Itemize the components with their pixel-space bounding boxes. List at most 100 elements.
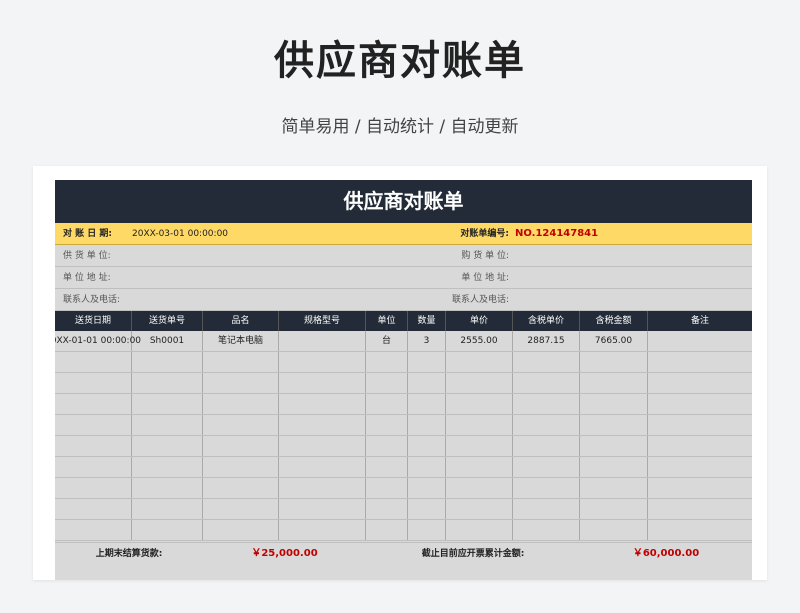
cell-tax-price[interactable] <box>513 415 580 435</box>
cell-qty[interactable] <box>408 499 446 519</box>
cell-delivery-no[interactable] <box>132 457 203 477</box>
cell-price[interactable] <box>446 478 513 498</box>
cell-unit[interactable] <box>366 499 408 519</box>
cell-remark[interactable] <box>648 415 752 435</box>
cell-price[interactable] <box>446 352 513 372</box>
cell-qty[interactable] <box>408 352 446 372</box>
cell-remark[interactable] <box>648 352 752 372</box>
cell-remark[interactable] <box>648 499 752 519</box>
cell-remark[interactable] <box>648 331 752 351</box>
cell-tax-price[interactable] <box>513 520 580 540</box>
cell-unit[interactable] <box>366 478 408 498</box>
cell-delivery-no[interactable] <box>132 478 203 498</box>
cell-tax-price[interactable] <box>513 394 580 414</box>
cell-tax-price[interactable] <box>513 373 580 393</box>
cell-delivery-date[interactable] <box>55 415 132 435</box>
cell-qty[interactable] <box>408 478 446 498</box>
cell-product[interactable] <box>203 478 279 498</box>
cell-tax-amount[interactable] <box>580 352 648 372</box>
cell-spec[interactable] <box>279 415 366 435</box>
cell-delivery-date[interactable] <box>55 352 132 372</box>
cell-qty[interactable] <box>408 415 446 435</box>
cell-tax-amount[interactable] <box>580 478 648 498</box>
cell-qty[interactable] <box>408 373 446 393</box>
cell-remark[interactable] <box>648 520 752 540</box>
cell-delivery-no[interactable] <box>132 352 203 372</box>
date-value[interactable]: 20XX-03-01 00:00:00 <box>130 223 420 244</box>
cell-tax-amount[interactable] <box>580 415 648 435</box>
cell-unit[interactable] <box>366 415 408 435</box>
cell-spec[interactable] <box>279 499 366 519</box>
cell-remark[interactable] <box>648 436 752 456</box>
cell-price[interactable] <box>446 415 513 435</box>
cell-price[interactable] <box>446 436 513 456</box>
supplier-value[interactable] <box>130 245 420 266</box>
invoice-total-value[interactable]: ￥60,000.00 <box>580 543 752 564</box>
cell-spec[interactable] <box>279 520 366 540</box>
cell-product[interactable] <box>203 436 279 456</box>
cell-remark[interactable] <box>648 478 752 498</box>
cell-delivery-date[interactable] <box>55 520 132 540</box>
cell-tax-amount[interactable] <box>580 499 648 519</box>
cell-product[interactable] <box>203 499 279 519</box>
cell-unit[interactable] <box>366 436 408 456</box>
cell-price[interactable]: 2555.00 <box>446 331 513 351</box>
cell-delivery-no[interactable] <box>132 373 203 393</box>
number-value[interactable]: NO.124147841 <box>513 223 752 244</box>
cell-spec[interactable] <box>279 478 366 498</box>
cell-qty[interactable] <box>408 520 446 540</box>
cell-tax-amount[interactable] <box>580 436 648 456</box>
cell-price[interactable] <box>446 457 513 477</box>
cell-spec[interactable] <box>279 352 366 372</box>
cell-tax-price[interactable] <box>513 352 580 372</box>
cell-product[interactable] <box>203 520 279 540</box>
cell-delivery-no[interactable] <box>132 499 203 519</box>
contact-value-left[interactable] <box>130 289 420 310</box>
cell-qty[interactable]: 3 <box>408 331 446 351</box>
cell-unit[interactable] <box>366 373 408 393</box>
cell-product[interactable] <box>203 415 279 435</box>
address-value-right[interactable] <box>513 267 752 288</box>
cell-tax-amount[interactable] <box>580 394 648 414</box>
cell-product[interactable] <box>203 457 279 477</box>
cell-tax-price[interactable] <box>513 436 580 456</box>
cell-price[interactable] <box>446 499 513 519</box>
cell-tax-amount[interactable] <box>580 520 648 540</box>
buyer-value[interactable] <box>513 245 752 266</box>
cell-remark[interactable] <box>648 394 752 414</box>
cell-delivery-no[interactable] <box>132 436 203 456</box>
cell-tax-price[interactable] <box>513 499 580 519</box>
cell-tax-price[interactable] <box>513 457 580 477</box>
cell-tax-amount[interactable] <box>580 373 648 393</box>
cell-price[interactable] <box>446 373 513 393</box>
cell-product[interactable] <box>203 373 279 393</box>
cell-product[interactable]: 笔记本电脑 <box>203 331 279 351</box>
cell-remark[interactable] <box>648 457 752 477</box>
cell-delivery-date[interactable] <box>55 436 132 456</box>
cell-price[interactable] <box>446 394 513 414</box>
address-value-left[interactable] <box>130 267 420 288</box>
cell-delivery-date[interactable] <box>55 373 132 393</box>
cell-remark[interactable] <box>648 373 752 393</box>
cell-spec[interactable] <box>279 457 366 477</box>
prev-balance-value[interactable]: ￥25,000.00 <box>203 543 366 564</box>
cell-delivery-no[interactable] <box>132 394 203 414</box>
cell-spec[interactable] <box>279 331 366 351</box>
cell-delivery-date[interactable] <box>55 457 132 477</box>
cell-tax-amount[interactable]: 7665.00 <box>580 331 648 351</box>
cell-delivery-date[interactable]: 20XX-01-01 00:00:00 <box>55 331 141 351</box>
cell-price[interactable] <box>446 520 513 540</box>
cell-tax-price[interactable] <box>513 478 580 498</box>
cell-unit[interactable] <box>366 352 408 372</box>
cell-unit[interactable]: 台 <box>366 331 408 351</box>
cell-qty[interactable] <box>408 394 446 414</box>
cell-spec[interactable] <box>279 394 366 414</box>
cell-unit[interactable] <box>366 394 408 414</box>
cell-unit[interactable] <box>366 457 408 477</box>
cell-qty[interactable] <box>408 436 446 456</box>
cell-delivery-date[interactable] <box>55 478 132 498</box>
cell-spec[interactable] <box>279 373 366 393</box>
cell-delivery-no[interactable]: Sh0001 <box>132 331 203 351</box>
contact-value-right[interactable] <box>513 289 752 310</box>
cell-delivery-date[interactable] <box>55 499 132 519</box>
